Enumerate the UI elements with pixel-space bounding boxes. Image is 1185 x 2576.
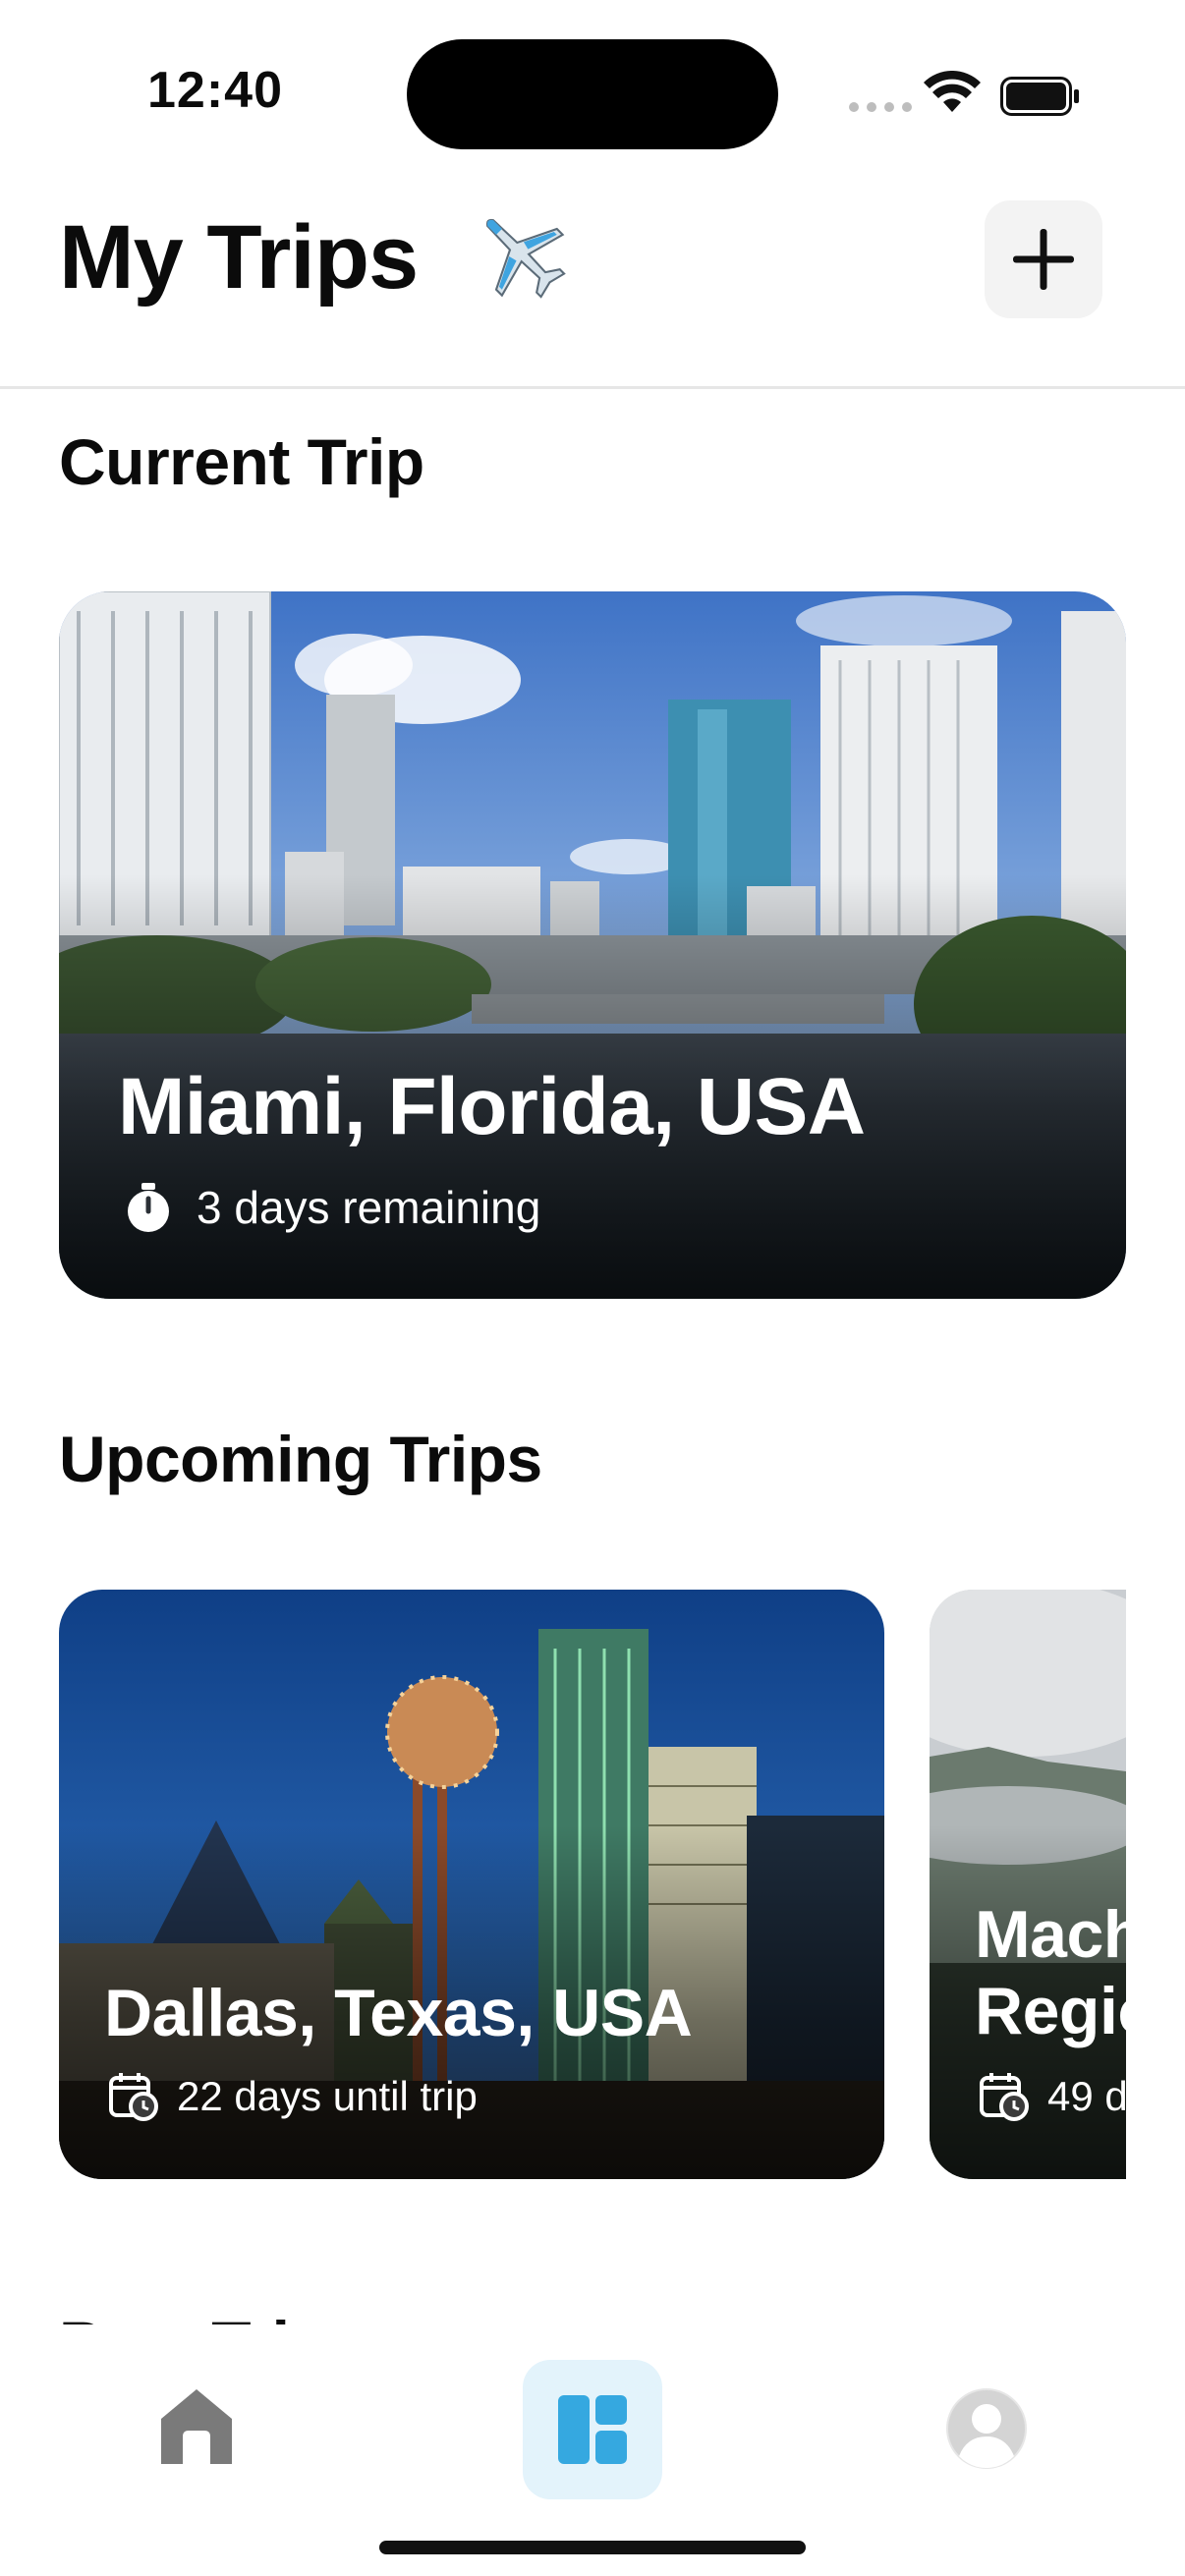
current-trip-card[interactable]: Miami, Florida, USA 3 days remaining [59, 591, 1126, 1299]
tab-dashboard[interactable] [523, 2360, 662, 2499]
section-title-upcoming: Upcoming Trips [59, 1423, 542, 1495]
upcoming-trip-destination: Dallas, Texas, USA [104, 1976, 693, 2050]
airplane-icon [485, 218, 566, 299]
home-icon[interactable] [159, 2387, 234, 2466]
profile-icon[interactable] [945, 2387, 1028, 2470]
battery-icon [1000, 77, 1079, 116]
dynamic-island [407, 39, 778, 149]
page-title: My Trips [59, 207, 419, 308]
add-trip-button[interactable] [985, 200, 1102, 318]
calendar-clock-icon [980, 2073, 1029, 2121]
home-indicator [379, 2541, 806, 2554]
status-time: 12:40 [147, 62, 283, 119]
partial-trip-destination-line2: Regio [975, 1974, 1126, 2048]
wifi-icon [924, 71, 981, 112]
current-trip-status: 3 days remaining [197, 1182, 541, 1233]
upcoming-trip-card-partial[interactable]: Mach Regio 49 d [930, 1590, 1126, 2179]
current-trip-destination: Miami, Florida, USA [118, 1062, 866, 1151]
section-title-current: Current Trip [59, 425, 424, 498]
partial-trip-status: 49 d [1047, 2073, 1126, 2119]
partial-trip-destination-line1: Mach [975, 1897, 1126, 1972]
header-divider [0, 386, 1185, 389]
calendar-clock-icon [109, 2073, 158, 2121]
stopwatch-icon [128, 1183, 169, 1232]
dashboard-icon [558, 2395, 627, 2464]
cellular-signal-icon [849, 102, 912, 112]
upcoming-trip-status: 22 days until trip [177, 2073, 478, 2119]
upcoming-trip-card[interactable]: Dallas, Texas, USA 22 days until trip [59, 1590, 884, 2179]
